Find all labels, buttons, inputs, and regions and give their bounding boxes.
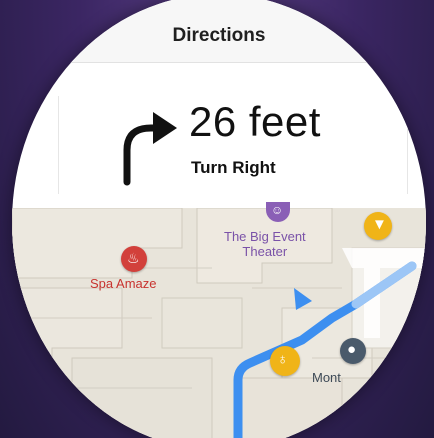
direction-card[interactable]: 26 feet Turn Right <box>58 96 408 194</box>
theater-label: The Big Event Theater <box>224 229 306 259</box>
turn-right-arrow-icon <box>123 112 177 186</box>
theater-label-line1: The Big Event <box>224 229 306 244</box>
spa-label: Spa Amaze <box>90 276 157 291</box>
map-canvas <box>12 208 426 438</box>
page-title: Directions <box>172 25 266 46</box>
food-marker[interactable]: ▼ <box>364 212 392 240</box>
restroom-marker[interactable]: ♁ <box>270 346 300 376</box>
watch-screen: Directions 26 feet Turn Right ♨ Spa Amaz… <box>12 0 426 438</box>
info-icon: ● <box>347 341 357 358</box>
mont-label: Mont <box>312 370 341 385</box>
directions-header: Directions <box>12 0 426 63</box>
info-marker[interactable]: ● <box>340 338 366 364</box>
map-view[interactable]: ♨ Spa Amaze ☺ The Big Event Theater ▼ ♁ … <box>12 202 426 438</box>
turn-instruction: Turn Right <box>191 158 276 177</box>
spa-icon: ♨ <box>127 250 140 266</box>
food-icon: ▼ <box>372 216 387 233</box>
theater-icon: ☺ <box>271 203 284 217</box>
distance-value: 26 feet <box>189 98 321 145</box>
spa-marker[interactable]: ♨ <box>121 246 147 272</box>
theater-label-line2: Theater <box>242 244 288 259</box>
restroom-icon: ♁ <box>277 351 289 368</box>
